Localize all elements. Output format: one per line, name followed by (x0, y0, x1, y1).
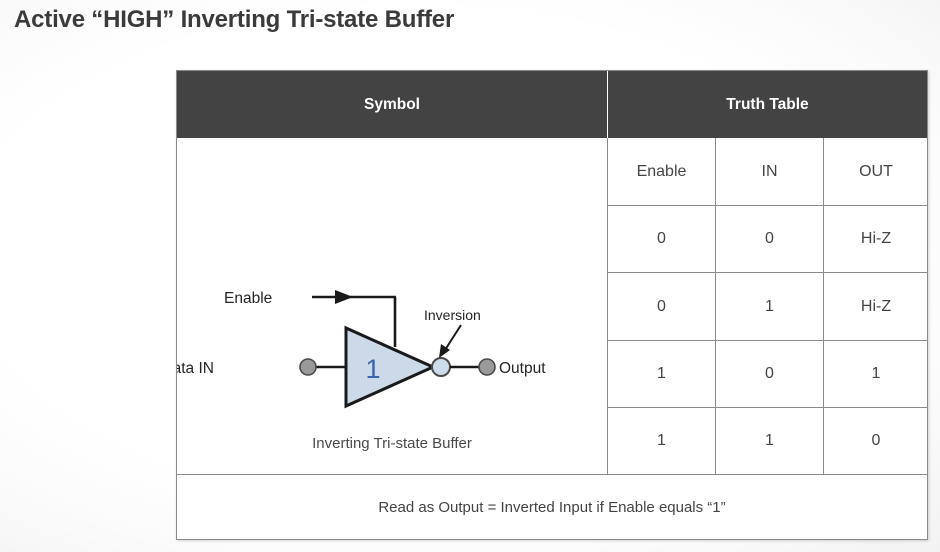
symbol-diagram-panel: Enable Data IN 1 (177, 138, 607, 474)
page-root: Active “HIGH” Inverting Tri-state Buffer… (0, 0, 940, 552)
truth-cell-r3-enable: 1 (657, 432, 666, 449)
inversion-annotation-arrow (439, 324, 462, 358)
table-header-band: Symbol Truth Table (177, 71, 927, 138)
data-in-terminal (299, 358, 317, 376)
tri-state-buffer-diagram: Enable Data IN 1 (177, 290, 546, 409)
truth-cell-r3-out: 0 (871, 432, 881, 449)
header-cell-truth-table: Truth Table (726, 95, 809, 113)
truth-cell-r1-enable: 0 (657, 297, 666, 315)
truth-cell-r0-enable: 0 (657, 230, 666, 247)
table-body: Enable Data IN 1 (177, 138, 928, 474)
gate-number-label: 1 (365, 354, 380, 384)
footer-note: Read as Output = Inverted Input if Enabl… (378, 498, 726, 516)
truth-cell-r2-in: 0 (765, 365, 774, 382)
output-terminal (478, 358, 496, 376)
truth-col-header-enable: Enable (636, 162, 687, 180)
inversion-label: Inversion (424, 307, 481, 323)
data-in-label: Data IN (177, 360, 214, 377)
truth-col-header-in: IN (761, 162, 778, 180)
output-wire (450, 358, 496, 376)
output-label: Output (499, 360, 546, 377)
truth-cell-r1-in: 1 (765, 297, 774, 315)
truth-cell-r2-out: 1 (871, 365, 881, 382)
data-in-wire (299, 358, 346, 376)
symbol-truth-table-card: Symbol Truth Table Enable ta IN 1 Output… (176, 70, 928, 540)
truth-cell-r0-out: Hi-Z (860, 230, 892, 247)
truth-cell-r2-enable: 1 (657, 365, 666, 382)
page-title: Active “HIGH” Inverting Tri-state Buffer (14, 6, 455, 33)
inversion-bubble (431, 357, 451, 377)
truth-cell-r3-in: 1 (765, 432, 774, 449)
buffer-triangle (344, 325, 437, 409)
symbol-caption: Inverting Tri-state Buffer (312, 435, 472, 452)
header-cell-symbol: Symbol (364, 95, 420, 113)
footer-row: Read as Output = Inverted Input if Enabl… (177, 474, 927, 540)
truth-cell-r1-out: Hi-Z (860, 297, 892, 315)
enable-label: Enable (224, 290, 272, 307)
truth-cell-r0-in: 0 (765, 230, 774, 247)
truth-col-header-out: OUT (859, 162, 893, 180)
